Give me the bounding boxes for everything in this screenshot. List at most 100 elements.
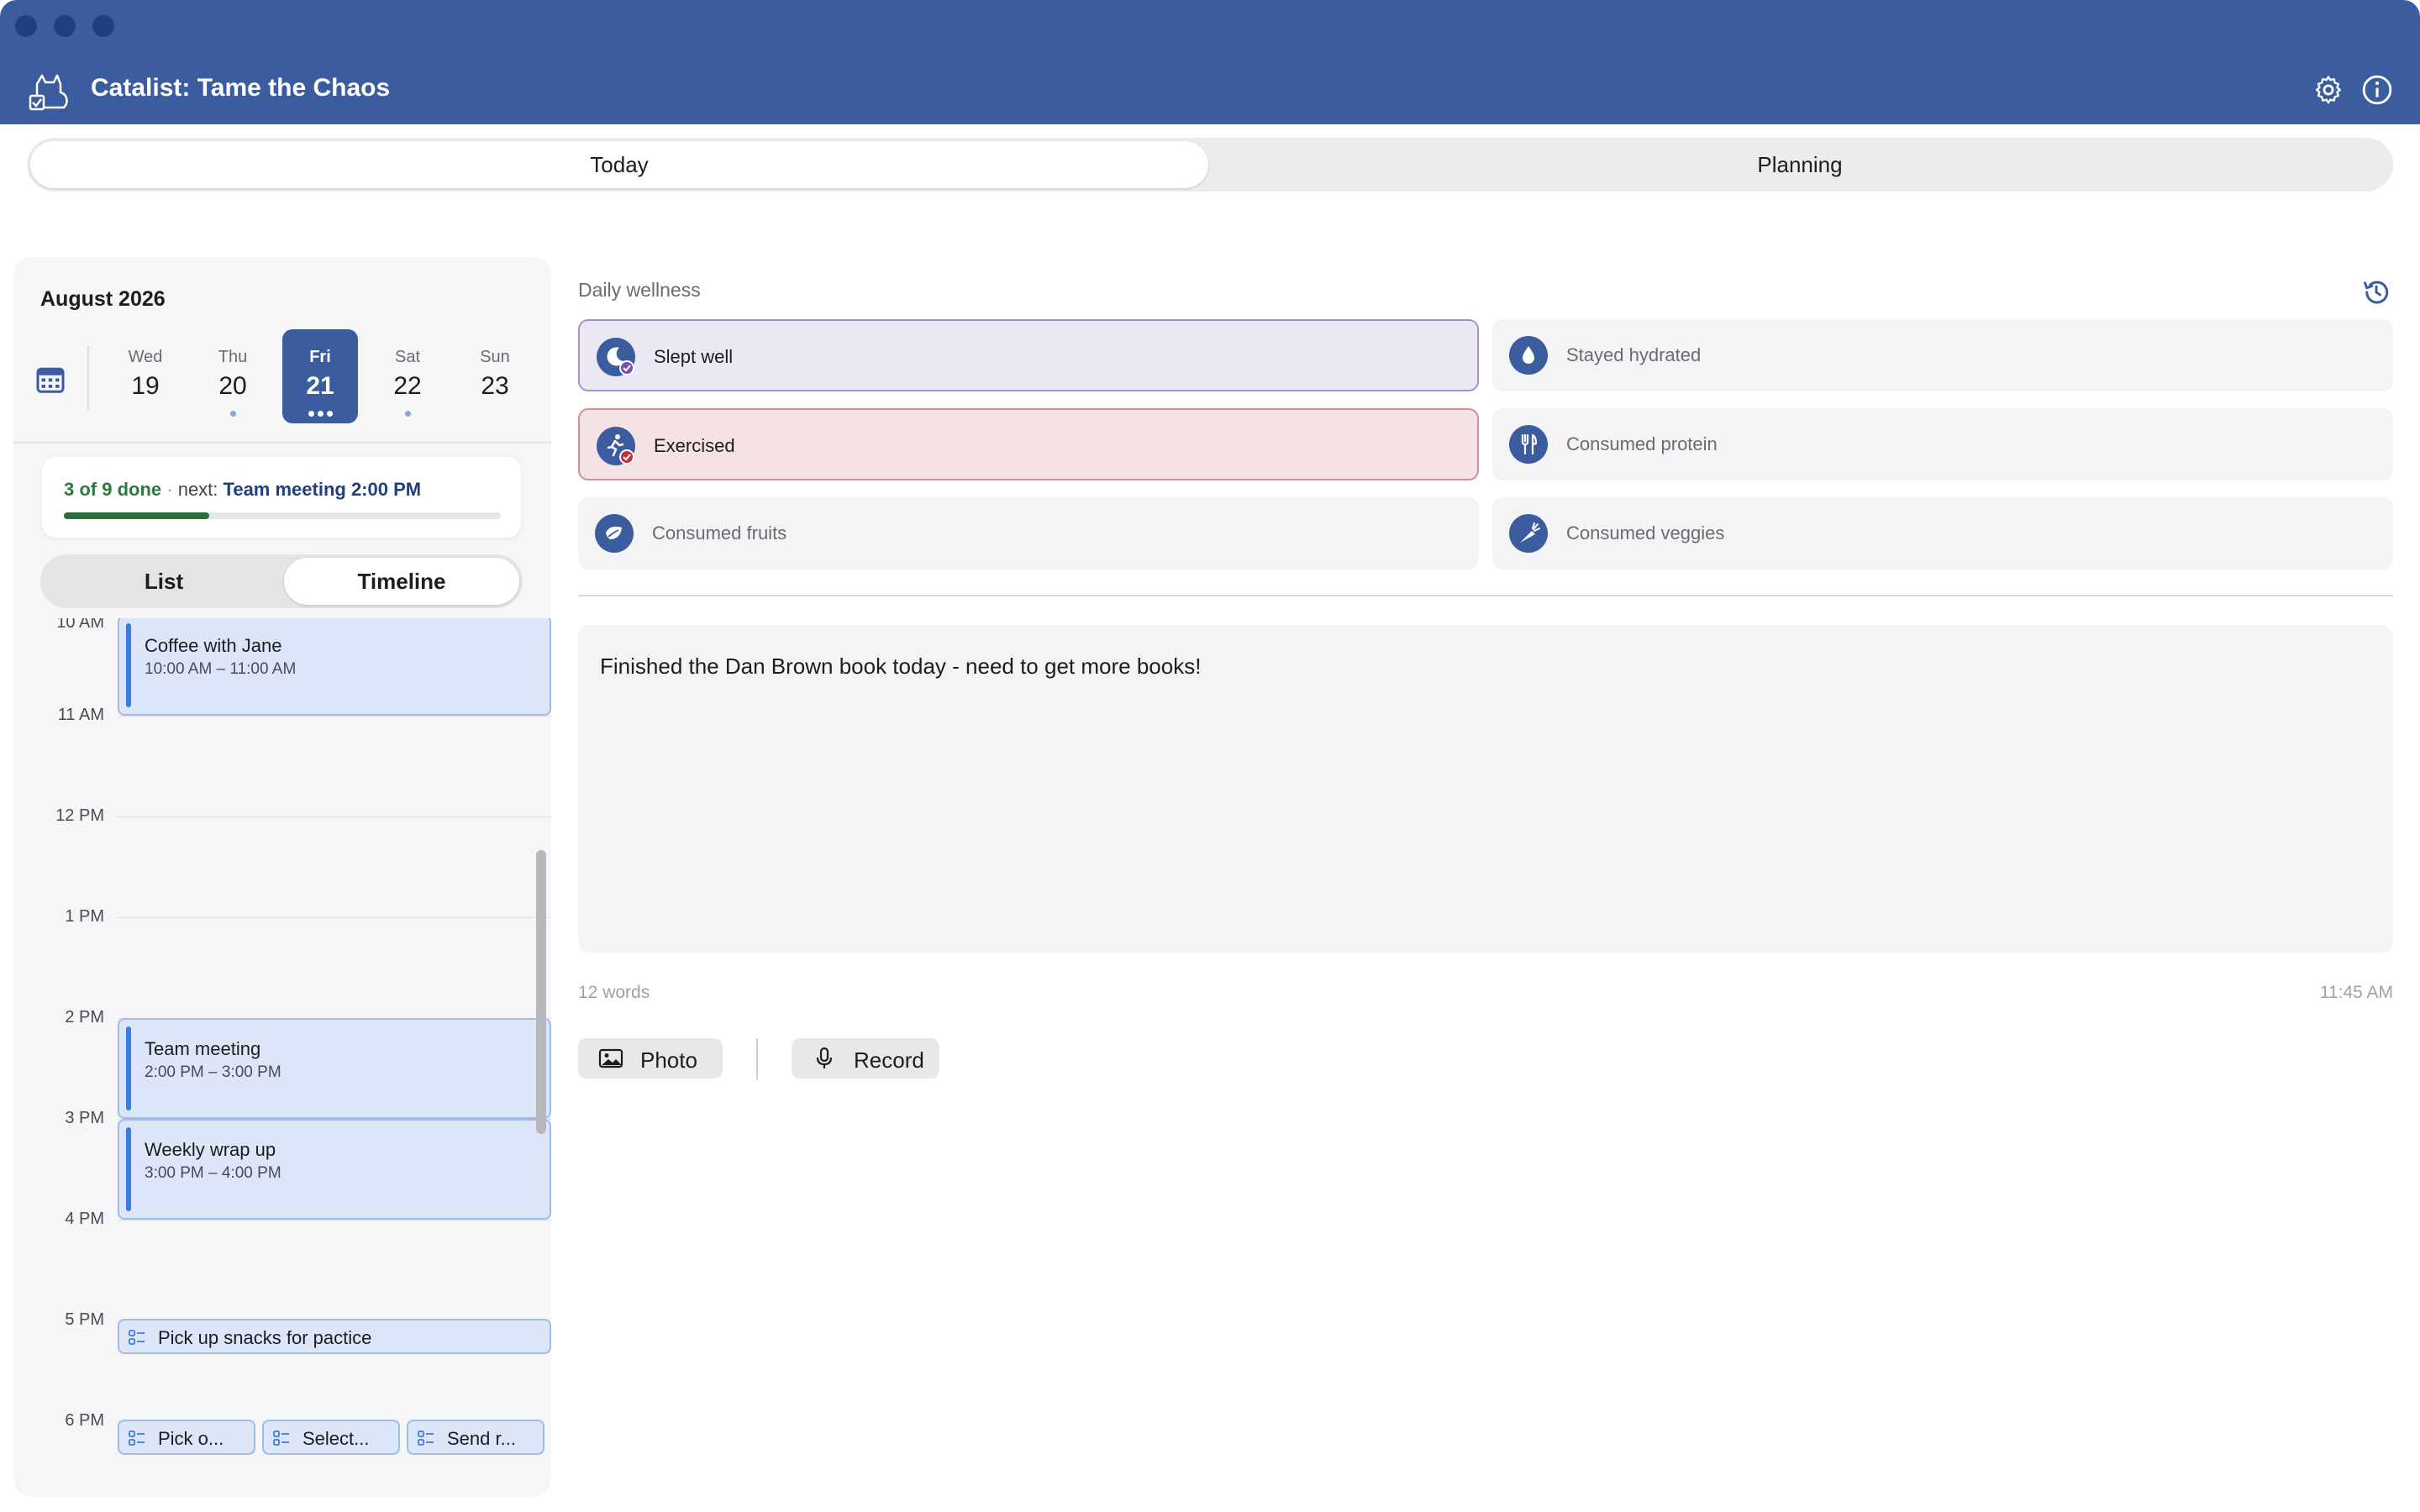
event-coffee-with-jane[interactable]: Coffee with Jane 10:00 AM – 11:00 AM bbox=[118, 618, 551, 716]
day-number: 23 bbox=[481, 372, 509, 400]
day-number: 19 bbox=[131, 372, 160, 400]
wellness-exercised[interactable]: Exercised bbox=[578, 408, 1479, 480]
event-team-meeting[interactable]: Team meeting 2:00 PM – 3:00 PM bbox=[118, 1018, 551, 1119]
event-weekly-wrap-up[interactable]: Weekly wrap up 3:00 PM – 4:00 PM bbox=[118, 1119, 551, 1220]
photo-label: Photo bbox=[640, 1047, 697, 1073]
info-icon[interactable] bbox=[2361, 74, 2393, 106]
action-divider bbox=[756, 1038, 758, 1080]
wellness-stayed-hydrated[interactable]: Stayed hydrated bbox=[1492, 319, 2393, 391]
progress-done-count: 3 of 9 done bbox=[64, 479, 162, 500]
hour-label: 12 PM bbox=[55, 806, 104, 825]
event-dot bbox=[317, 411, 324, 417]
event-title: Coffee with Jane bbox=[145, 635, 282, 656]
utensils-icon bbox=[1509, 425, 1548, 464]
day-name: Sat bbox=[394, 348, 421, 366]
day-sun-23[interactable]: Sun 23 bbox=[457, 329, 533, 423]
hour-gridline bbox=[118, 917, 551, 918]
close-window-button[interactable] bbox=[15, 15, 37, 37]
day-name: Thu bbox=[218, 348, 248, 366]
hour-label: 11 AM bbox=[57, 706, 104, 724]
progress-card: 3 of 9 done · next: Team meeting 2:00 PM bbox=[42, 457, 521, 538]
tab-today[interactable]: Today bbox=[30, 138, 1208, 192]
carrot-icon bbox=[1509, 514, 1548, 553]
zoom-window-button[interactable] bbox=[92, 15, 114, 37]
wellness-consumed-veggies[interactable]: Consumed veggies bbox=[1492, 497, 2393, 570]
hour-label: 3 PM bbox=[65, 1109, 104, 1127]
wellness-label: Exercised bbox=[654, 435, 735, 456]
wellness-section-title: Daily wellness bbox=[578, 279, 701, 301]
task-pick-up-snacks[interactable]: Pick up snacks for pactice bbox=[118, 1319, 551, 1354]
wellness-consumed-fruits[interactable]: Consumed fruits bbox=[578, 497, 1479, 570]
wellness-consumed-protein[interactable]: Consumed protein bbox=[1492, 408, 2393, 480]
checklist-icon bbox=[273, 1431, 289, 1446]
add-photo-button[interactable]: Photo bbox=[578, 1038, 723, 1079]
day-name: Sun bbox=[480, 348, 510, 366]
task-label: Pick up snacks for pactice bbox=[158, 1327, 372, 1348]
timeline-view[interactable]: 10 AM 11 AM 12 PM 1 PM 2 PM 3 PM 4 PM 5 … bbox=[13, 618, 551, 1497]
main-tab-bar: Today Planning bbox=[27, 138, 2393, 192]
photo-icon bbox=[598, 1048, 623, 1068]
day-number: 21 bbox=[306, 372, 334, 400]
event-time: 3:00 PM – 4:00 PM bbox=[145, 1164, 281, 1182]
event-dot bbox=[326, 411, 333, 417]
day-name: Wed bbox=[128, 348, 163, 366]
progress-summary: 3 of 9 done · next: Team meeting 2:00 PM bbox=[64, 479, 421, 501]
event-time: 10:00 AM – 11:00 AM bbox=[145, 660, 297, 678]
running-icon bbox=[597, 427, 635, 465]
day-wed-19[interactable]: Wed 19 bbox=[108, 329, 183, 423]
journal-timestamp: 11:45 AM bbox=[2319, 983, 2393, 1002]
wellness-label: Slept well bbox=[654, 346, 734, 367]
next-event[interactable]: Team meeting 2:00 PM bbox=[224, 479, 422, 500]
checklist-icon bbox=[129, 1431, 145, 1446]
wellness-label: Consumed protein bbox=[1566, 433, 1718, 454]
view-timeline-button[interactable]: Timeline bbox=[284, 554, 519, 608]
sidebar-divider bbox=[13, 442, 551, 444]
wellness-label: Stayed hydrated bbox=[1566, 344, 1702, 365]
month-label: August 2026 bbox=[40, 287, 166, 311]
event-title: Team meeting bbox=[145, 1038, 261, 1059]
event-dot bbox=[404, 411, 411, 417]
day-number: 22 bbox=[393, 372, 422, 400]
minimize-window-button[interactable] bbox=[54, 15, 76, 37]
hour-label: 6 PM bbox=[65, 1411, 104, 1430]
timeline-scrollbar[interactable] bbox=[536, 850, 546, 1134]
event-dot bbox=[229, 411, 236, 417]
app-title: Catalist: Tame the Chaos bbox=[91, 74, 391, 102]
event-time: 2:00 PM – 3:00 PM bbox=[145, 1063, 281, 1081]
moon-icon bbox=[597, 338, 635, 376]
day-number: 20 bbox=[218, 372, 247, 400]
settings-gear-icon[interactable] bbox=[2312, 74, 2344, 106]
hour-label: 2 PM bbox=[65, 1008, 104, 1026]
event-title: Weekly wrap up bbox=[145, 1139, 276, 1160]
wellness-slept-well[interactable]: Slept well bbox=[578, 319, 1479, 391]
progress-bar bbox=[64, 512, 501, 519]
day-sidebar: August 2026 Wed 19 Thu 20 Fri 21 Sat 22 … bbox=[13, 257, 551, 1497]
title-bar: Catalist: Tame the Chaos bbox=[0, 0, 2420, 124]
tab-planning[interactable]: Planning bbox=[1210, 138, 2390, 192]
event-color-bar bbox=[126, 623, 131, 707]
leaf-icon bbox=[595, 514, 634, 553]
task-select[interactable]: Select... bbox=[262, 1420, 400, 1455]
task-send-r[interactable]: Send r... bbox=[407, 1420, 544, 1455]
hour-gridline bbox=[118, 716, 551, 717]
checklist-icon bbox=[418, 1431, 434, 1446]
task-pick-o[interactable]: Pick o... bbox=[118, 1420, 255, 1455]
day-sat-22[interactable]: Sat 22 bbox=[370, 329, 445, 423]
record-audio-button[interactable]: Record bbox=[792, 1038, 939, 1079]
next-label: next: bbox=[177, 479, 218, 500]
history-icon[interactable] bbox=[2361, 277, 2391, 307]
day-name: Fri bbox=[309, 348, 331, 366]
day-thu-20[interactable]: Thu 20 bbox=[195, 329, 271, 423]
cat-logo-icon bbox=[29, 74, 68, 111]
event-color-bar bbox=[126, 1127, 131, 1211]
hour-label: 4 PM bbox=[65, 1210, 104, 1228]
journal-entry-field[interactable]: Finished the Dan Brown book today - need… bbox=[578, 625, 2393, 953]
event-dot bbox=[308, 411, 314, 417]
wellness-label: Consumed fruits bbox=[652, 522, 787, 543]
checklist-icon bbox=[129, 1330, 145, 1345]
calendar-icon[interactable] bbox=[35, 365, 66, 395]
word-count: 12 words bbox=[578, 983, 650, 1002]
day-fri-21[interactable]: Fri 21 bbox=[282, 329, 358, 423]
view-list-button[interactable]: List bbox=[44, 554, 284, 608]
view-toggle: List Timeline bbox=[40, 554, 523, 608]
